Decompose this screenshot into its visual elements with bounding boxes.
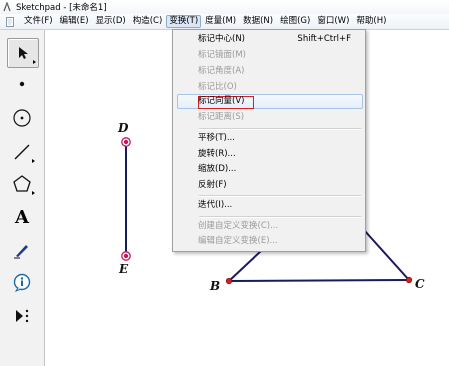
menu-item-mark-distance[interactable]: 标记距离(S): [177, 110, 361, 125]
document-icon[interactable]: [5, 16, 15, 27]
tool-options-triangle-icon: [32, 159, 35, 163]
marker-tool[interactable]: [7, 236, 37, 264]
point-e[interactable]: [121, 251, 131, 261]
menu-item-mark-angle[interactable]: 标记角度(A): [177, 64, 361, 79]
segment-b-top: [228, 249, 263, 282]
polygon-tool-icon: [13, 175, 31, 192]
menu-number[interactable]: 数据(N): [240, 15, 276, 28]
menu-edit[interactable]: 编辑(E): [57, 15, 92, 28]
point-b[interactable]: [225, 277, 233, 285]
menu-item-edit-custom-transform[interactable]: 编辑自定义变换(E)...: [177, 234, 361, 249]
point-label-e[interactable]: E: [119, 262, 128, 276]
selection-arrow-tool[interactable]: [7, 38, 39, 68]
menu-help[interactable]: 帮助(H): [353, 15, 389, 28]
compass-tool-icon: [13, 109, 31, 127]
point-label-c[interactable]: C: [415, 277, 425, 291]
information-tool[interactable]: [7, 269, 37, 297]
point-tool[interactable]: [7, 70, 37, 98]
menu-item-mark-center[interactable]: 标记中心(N) Shift+Ctrl+F: [177, 32, 361, 47]
point-d[interactable]: [121, 137, 131, 147]
shortcut-label: Shift+Ctrl+F: [297, 34, 351, 44]
menu-file[interactable]: 文件(F): [21, 15, 56, 28]
menu-item-mark-ratio[interactable]: 标记比(O): [177, 80, 361, 95]
menu-measure[interactable]: 度量(M): [202, 15, 239, 28]
title-bar: Sketchpad - [未命名1]: [0, 0, 449, 14]
marker-tool-icon: [14, 245, 28, 259]
toolbox: A: [0, 30, 45, 366]
tool-options-triangle-icon: [32, 191, 35, 195]
transform-menu-dropdown: 标记中心(N) Shift+Ctrl+F 标记镜面(M) 标记角度(A) 标记比…: [172, 29, 366, 252]
menu-item-create-custom-transform[interactable]: 创建自定义变换(C)...: [177, 219, 361, 234]
segment-c-top: [363, 229, 410, 281]
menu-item-mark-mirror[interactable]: 标记镜面(M): [177, 48, 361, 63]
point-tool-icon: [19, 81, 25, 87]
point-label-d[interactable]: D: [118, 121, 128, 135]
polygon-tool[interactable]: [7, 170, 37, 198]
text-tool[interactable]: A: [7, 203, 37, 231]
custom-tool-icon: [16, 309, 29, 323]
menu-separator: [199, 195, 361, 197]
selection-arrow-tool-icon: [19, 47, 28, 59]
menu-item-reflect[interactable]: 反射(F): [177, 178, 361, 193]
tool-options-triangle-icon: [33, 60, 36, 64]
menu-graph[interactable]: 绘图(G): [277, 15, 313, 28]
menu-window[interactable]: 窗口(W): [314, 15, 352, 28]
menu-item-iterate[interactable]: 迭代(I)...: [177, 198, 361, 213]
segment-bc: [228, 279, 410, 282]
information-tool-icon: [13, 273, 31, 293]
straightedge-tool-icon: [14, 144, 30, 160]
menu-item-mark-vector[interactable]: 标记向量(V): [177, 94, 363, 109]
menu-item-translate[interactable]: 平移(T)...: [177, 131, 361, 146]
custom-tool[interactable]: [7, 302, 37, 330]
point-c[interactable]: [405, 276, 413, 284]
menu-construct[interactable]: 构造(C): [130, 15, 166, 28]
menu-bar: 文件(F) 编辑(E) 显示(D) 构造(C) 变换(T) 度量(M) 数据(N…: [0, 14, 449, 30]
menu-transform[interactable]: 变换(T): [166, 15, 202, 28]
point-label-b[interactable]: B: [210, 279, 220, 293]
menu-separator: [199, 216, 361, 218]
straightedge-tool[interactable]: [7, 138, 37, 166]
sketchpad-compass-icon[interactable]: [2, 2, 12, 12]
menu-item-rotate[interactable]: 旋转(R)...: [177, 147, 361, 162]
menu-display[interactable]: 显示(D): [93, 15, 129, 28]
compass-tool[interactable]: [7, 104, 37, 132]
menu-separator: [199, 128, 361, 130]
window-title: Sketchpad - [未命名1]: [16, 3, 107, 13]
menu-item-dilate[interactable]: 缩放(D)...: [177, 162, 361, 177]
text-tool-icon: A: [15, 206, 29, 228]
